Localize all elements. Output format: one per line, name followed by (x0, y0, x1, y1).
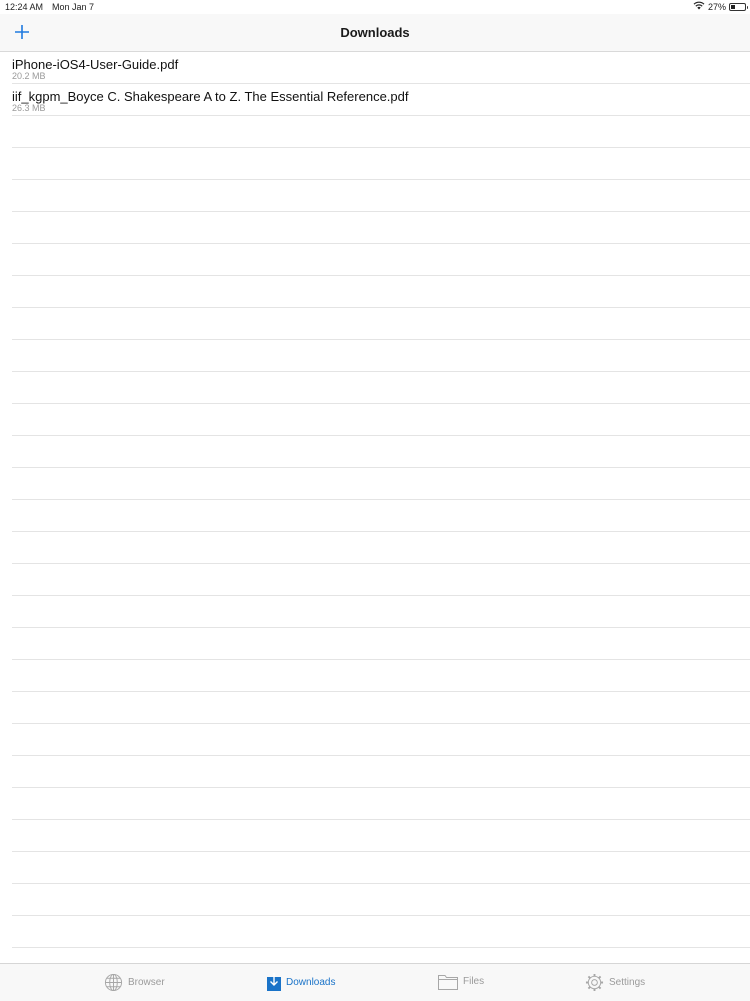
globe-icon (104, 973, 123, 992)
downloads-list: iPhone-iOS4-User-Guide.pdf 20.2 MB iif_k… (0, 52, 750, 963)
empty-row (12, 724, 750, 756)
gear-icon (585, 973, 604, 992)
empty-row (12, 532, 750, 564)
tab-bar: Browser Downloads Files Settings (0, 963, 750, 1001)
empty-row (12, 116, 750, 148)
tab-files-label: Files (463, 976, 485, 987)
empty-row (12, 436, 750, 468)
download-item[interactable]: iPhone-iOS4-User-Guide.pdf 20.2 MB (12, 52, 750, 84)
empty-row (12, 340, 750, 372)
empty-row (12, 180, 750, 212)
tab-downloads-label: Downloads (286, 976, 336, 988)
status-time: 12:24 AM (5, 2, 44, 12)
empty-row (12, 756, 750, 788)
empty-row (12, 852, 750, 884)
wifi-icon (693, 1, 705, 12)
empty-row (12, 660, 750, 692)
empty-row (12, 692, 750, 724)
empty-row (12, 788, 750, 820)
empty-row (12, 404, 750, 436)
page-title: Downloads (340, 25, 410, 40)
file-size: 20.2 MB (12, 71, 46, 81)
empty-row (12, 244, 750, 276)
navigation-bar: Downloads (0, 14, 750, 52)
status-bar: 12:24 AM Mon Jan 7 27% (0, 0, 750, 14)
status-date: Mon Jan 7 (52, 2, 95, 12)
empty-row (12, 884, 750, 916)
tab-files[interactable]: Files (438, 973, 484, 990)
empty-row (12, 148, 750, 180)
empty-row (12, 916, 750, 948)
folder-icon (438, 973, 458, 990)
empty-row (12, 564, 750, 596)
status-indicators: 27% (693, 1, 748, 12)
tab-settings[interactable]: Settings (585, 973, 645, 992)
file-name: iPhone-iOS4-User-Guide.pdf (12, 57, 179, 72)
empty-row (12, 468, 750, 500)
battery-icon (729, 2, 748, 11)
empty-row (12, 372, 750, 404)
battery-percent: 27% (707, 1, 726, 12)
download-item[interactable]: iif_kgpm_Boyce C. Shakespeare A to Z. Th… (12, 84, 750, 116)
empty-row (12, 820, 750, 852)
empty-row (12, 212, 750, 244)
empty-row (12, 500, 750, 532)
tab-settings-label: Settings (609, 977, 646, 988)
empty-row (12, 948, 750, 963)
battery-level-fill (731, 4, 735, 9)
tab-browser[interactable]: Browser (104, 973, 165, 992)
tab-downloads[interactable]: Downloads (267, 973, 335, 991)
file-size: 26.3 MB (12, 103, 46, 113)
empty-row (12, 596, 750, 628)
empty-row (12, 276, 750, 308)
empty-row (12, 628, 750, 660)
download-icon (267, 973, 281, 991)
file-name: iif_kgpm_Boyce C. Shakespeare A to Z. Th… (12, 89, 409, 104)
tab-browser-label: Browser (128, 977, 165, 988)
empty-row (12, 308, 750, 340)
